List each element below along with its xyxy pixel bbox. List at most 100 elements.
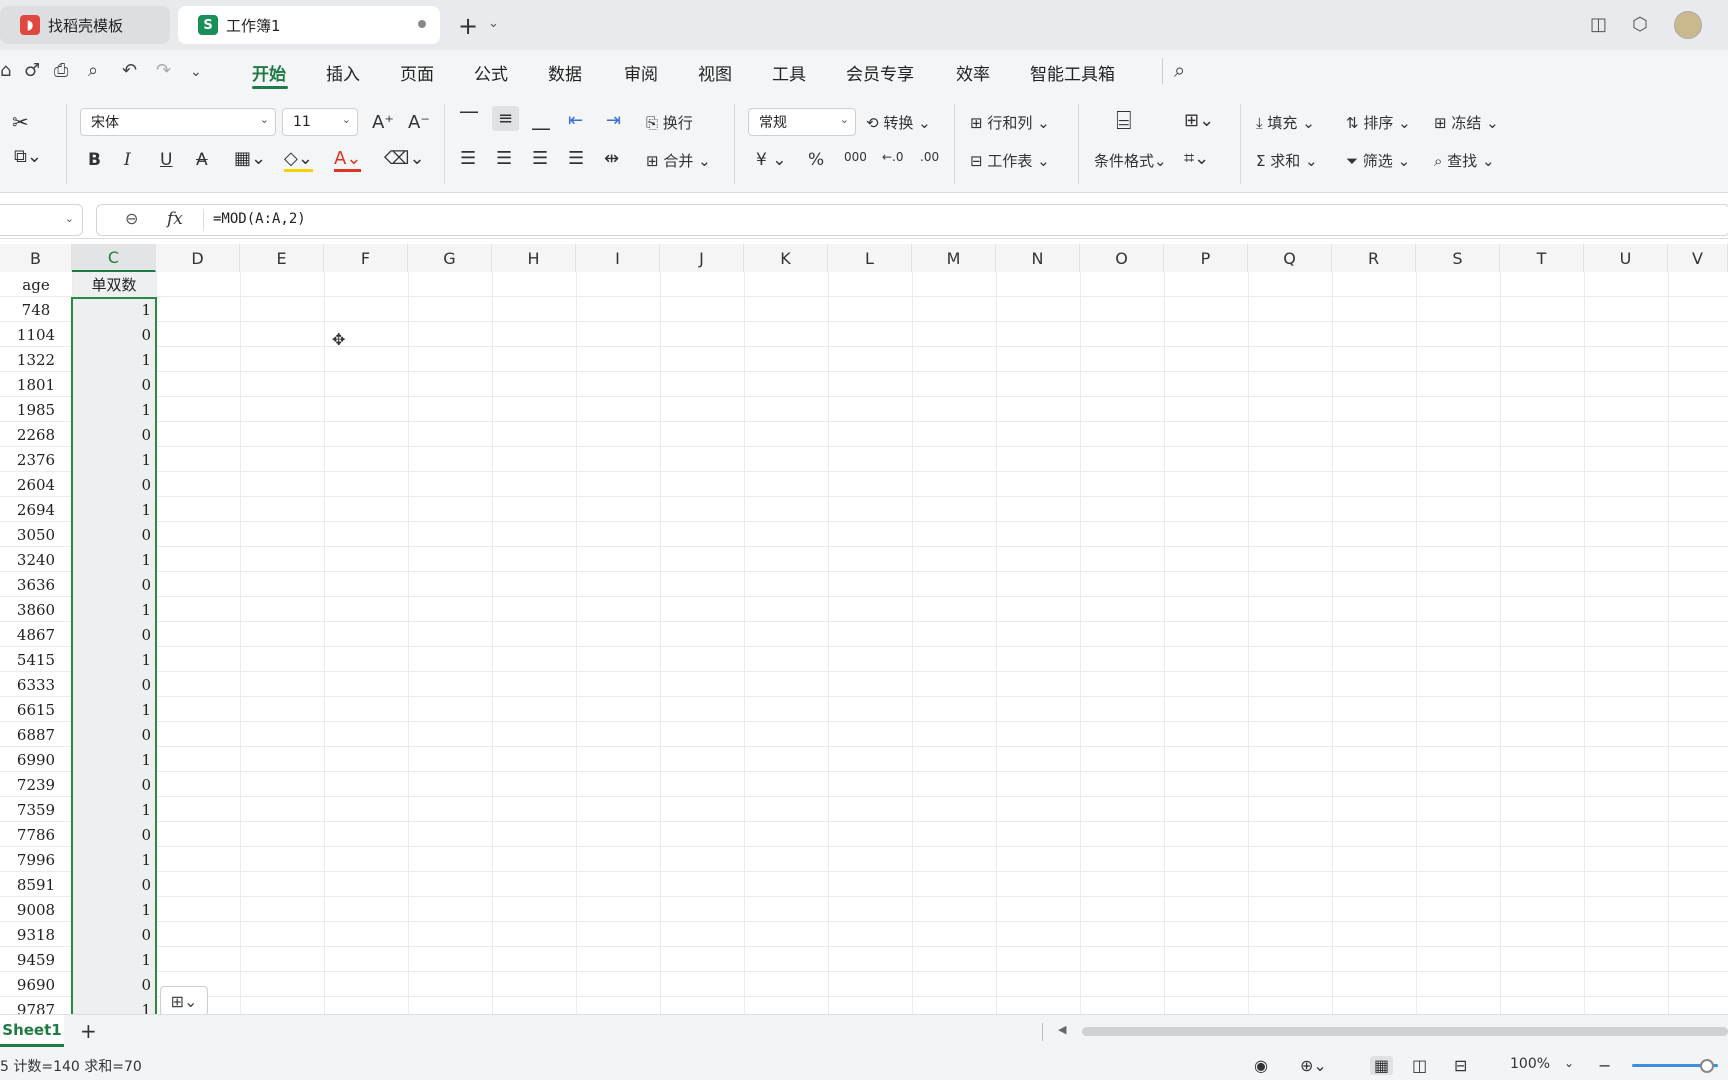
cell-age[interactable]: 2376 [0,447,72,472]
column-header-b[interactable]: B [0,244,72,272]
sum-button[interactable]: Σ 求和 ⌄ [1256,150,1318,171]
fill-color-icon[interactable]: ◇⌄ [284,148,313,172]
column-header-r[interactable]: R [1332,244,1416,272]
cell-age[interactable]: 9008 [0,897,72,922]
column-header-j[interactable]: J [660,244,744,272]
tab-docer-templates[interactable]: ◗ 找稻壳模板 [0,6,170,44]
cell-parity[interactable]: 0 [72,872,156,897]
align-top-icon[interactable]: ⎺ [460,110,478,131]
tab-workbook1[interactable]: S 工作簿1 [178,6,440,44]
cell-parity[interactable]: 0 [72,572,156,597]
menu-home[interactable]: 开始 [252,60,286,85]
cell-parity[interactable]: 0 [72,322,156,347]
column-header-n[interactable]: N [996,244,1080,272]
cube-icon[interactable]: ⬡ [1632,14,1648,35]
align-right-icon[interactable]: ☰ [532,148,548,169]
crop-icon[interactable]: ⌗⌄ [1184,148,1209,169]
cell-age[interactable]: 2694 [0,497,72,522]
cell-c1[interactable]: 单双数 [72,272,156,297]
column-header-e[interactable]: E [240,244,324,272]
find-button[interactable]: ⌕ 查找 ⌄ [1434,150,1495,171]
column-header-i[interactable]: I [576,244,660,272]
column-header-v[interactable]: V [1668,244,1728,272]
crosshair-icon[interactable]: ⊕⌄ [1300,1056,1327,1075]
cell-age[interactable]: 748 [0,297,72,322]
cell-parity[interactable]: 1 [72,847,156,872]
cell-parity[interactable]: 0 [72,372,156,397]
cell-parity[interactable]: 0 [72,422,156,447]
border-icon[interactable]: ▦⌄ [234,148,266,169]
eye-icon[interactable]: ◉ [1254,1056,1268,1075]
menu-efficiency[interactable]: 效率 [956,60,990,85]
cell-parity[interactable]: 1 [72,997,156,1014]
cell-parity[interactable]: 0 [72,522,156,547]
increase-font-icon[interactable]: A⁺ [372,112,394,133]
undo-icon[interactable]: ↶ [122,60,137,81]
distributed-icon[interactable]: ⇹ [604,148,619,169]
wrap-text-button[interactable]: ⎘ 换行 [646,112,693,133]
zoom-out-icon[interactable]: − [1598,1056,1611,1075]
menu-page[interactable]: 页面 [400,60,434,85]
thousands-button[interactable]: 000 [844,150,867,164]
cell-parity[interactable]: 1 [72,397,156,422]
cell-age[interactable]: 2268 [0,422,72,447]
cell-age[interactable]: 2604 [0,472,72,497]
cell-parity[interactable]: 1 [72,747,156,772]
increase-indent-icon[interactable]: ⇥ [606,110,621,131]
column-header-o[interactable]: O [1080,244,1164,272]
cell-age[interactable]: 5415 [0,647,72,672]
new-tab-plus-icon[interactable]: + [458,12,478,40]
conditional-format-button[interactable]: 条件格式⌄ [1094,150,1167,171]
chevron-down-icon[interactable]: ⌄ [1564,1056,1574,1070]
zoom-formula-icon[interactable]: ⊖ [125,209,138,228]
cell-age[interactable]: 1322 [0,347,72,372]
decrease-indent-icon[interactable]: ⇤ [568,110,583,131]
cell-age[interactable]: 3240 [0,547,72,572]
strikethrough-button[interactable]: A [196,150,208,170]
currency-button[interactable]: ¥ ⌄ [756,150,786,170]
justify-icon[interactable]: ☰ [568,148,584,169]
cell-age[interactable]: 6887 [0,722,72,747]
cell-age[interactable]: 6990 [0,747,72,772]
cell-age[interactable]: 7786 [0,822,72,847]
cell-age[interactable]: 8591 [0,872,72,897]
cell-parity[interactable]: 1 [72,497,156,522]
menu-smart-toolbox[interactable]: 智能工具箱 [1030,60,1115,85]
column-header-k[interactable]: K [744,244,828,272]
column-header-t[interactable]: T [1500,244,1584,272]
font-name-select[interactable]: 宋体 ⌄ [80,108,276,136]
page-layout-icon[interactable]: ◫ [1412,1056,1427,1075]
decrease-decimal-button[interactable]: .00 [920,150,939,164]
cell-parity[interactable]: 1 [72,697,156,722]
cell-age[interactable]: 4867 [0,622,72,647]
horizontal-scrollbar[interactable] [1082,1027,1728,1036]
zoom-level[interactable]: 100% [1510,1056,1550,1072]
menu-data[interactable]: 数据 [548,60,582,85]
cell-age[interactable]: 1801 [0,372,72,397]
increase-decimal-button[interactable]: ←.0 [882,150,904,164]
italic-button[interactable]: I [124,150,131,170]
cell-parity[interactable]: 0 [72,722,156,747]
scroll-left-icon[interactable]: ◀ [1058,1023,1066,1036]
quick-analysis-button[interactable]: ⊞⌄ [160,986,208,1016]
add-sheet-icon[interactable]: + [80,1019,97,1043]
more-chevron-icon[interactable]: ⌄ [190,64,202,80]
paste-format-icon[interactable]: ⧉⌄ [14,146,42,167]
decrease-font-icon[interactable]: A⁻ [408,112,430,133]
page-break-icon[interactable]: ⊟ [1454,1056,1467,1075]
freeze-button[interactable]: ⊞ 冻结 ⌄ [1434,112,1499,133]
cell-parity[interactable]: 0 [72,972,156,997]
zoom-slider-knob[interactable] [1700,1059,1714,1073]
convert-button[interactable]: ⟲ 转换 ⌄ [866,112,931,133]
percent-button[interactable]: % [808,150,824,170]
underline-button[interactable]: U [160,150,172,170]
cell-age[interactable]: 7996 [0,847,72,872]
filter-button[interactable]: ⏷ 筛选 ⌄ [1346,150,1410,171]
cell-age[interactable]: 1104 [0,322,72,347]
cell-age[interactable]: 9459 [0,947,72,972]
cell-parity[interactable]: 1 [72,297,156,322]
menu-formula[interactable]: 公式 [474,60,508,85]
print-preview-icon[interactable]: ⌕ [88,60,98,81]
cell-parity[interactable]: 0 [72,672,156,697]
menu-member[interactable]: 会员专享 [846,60,914,85]
